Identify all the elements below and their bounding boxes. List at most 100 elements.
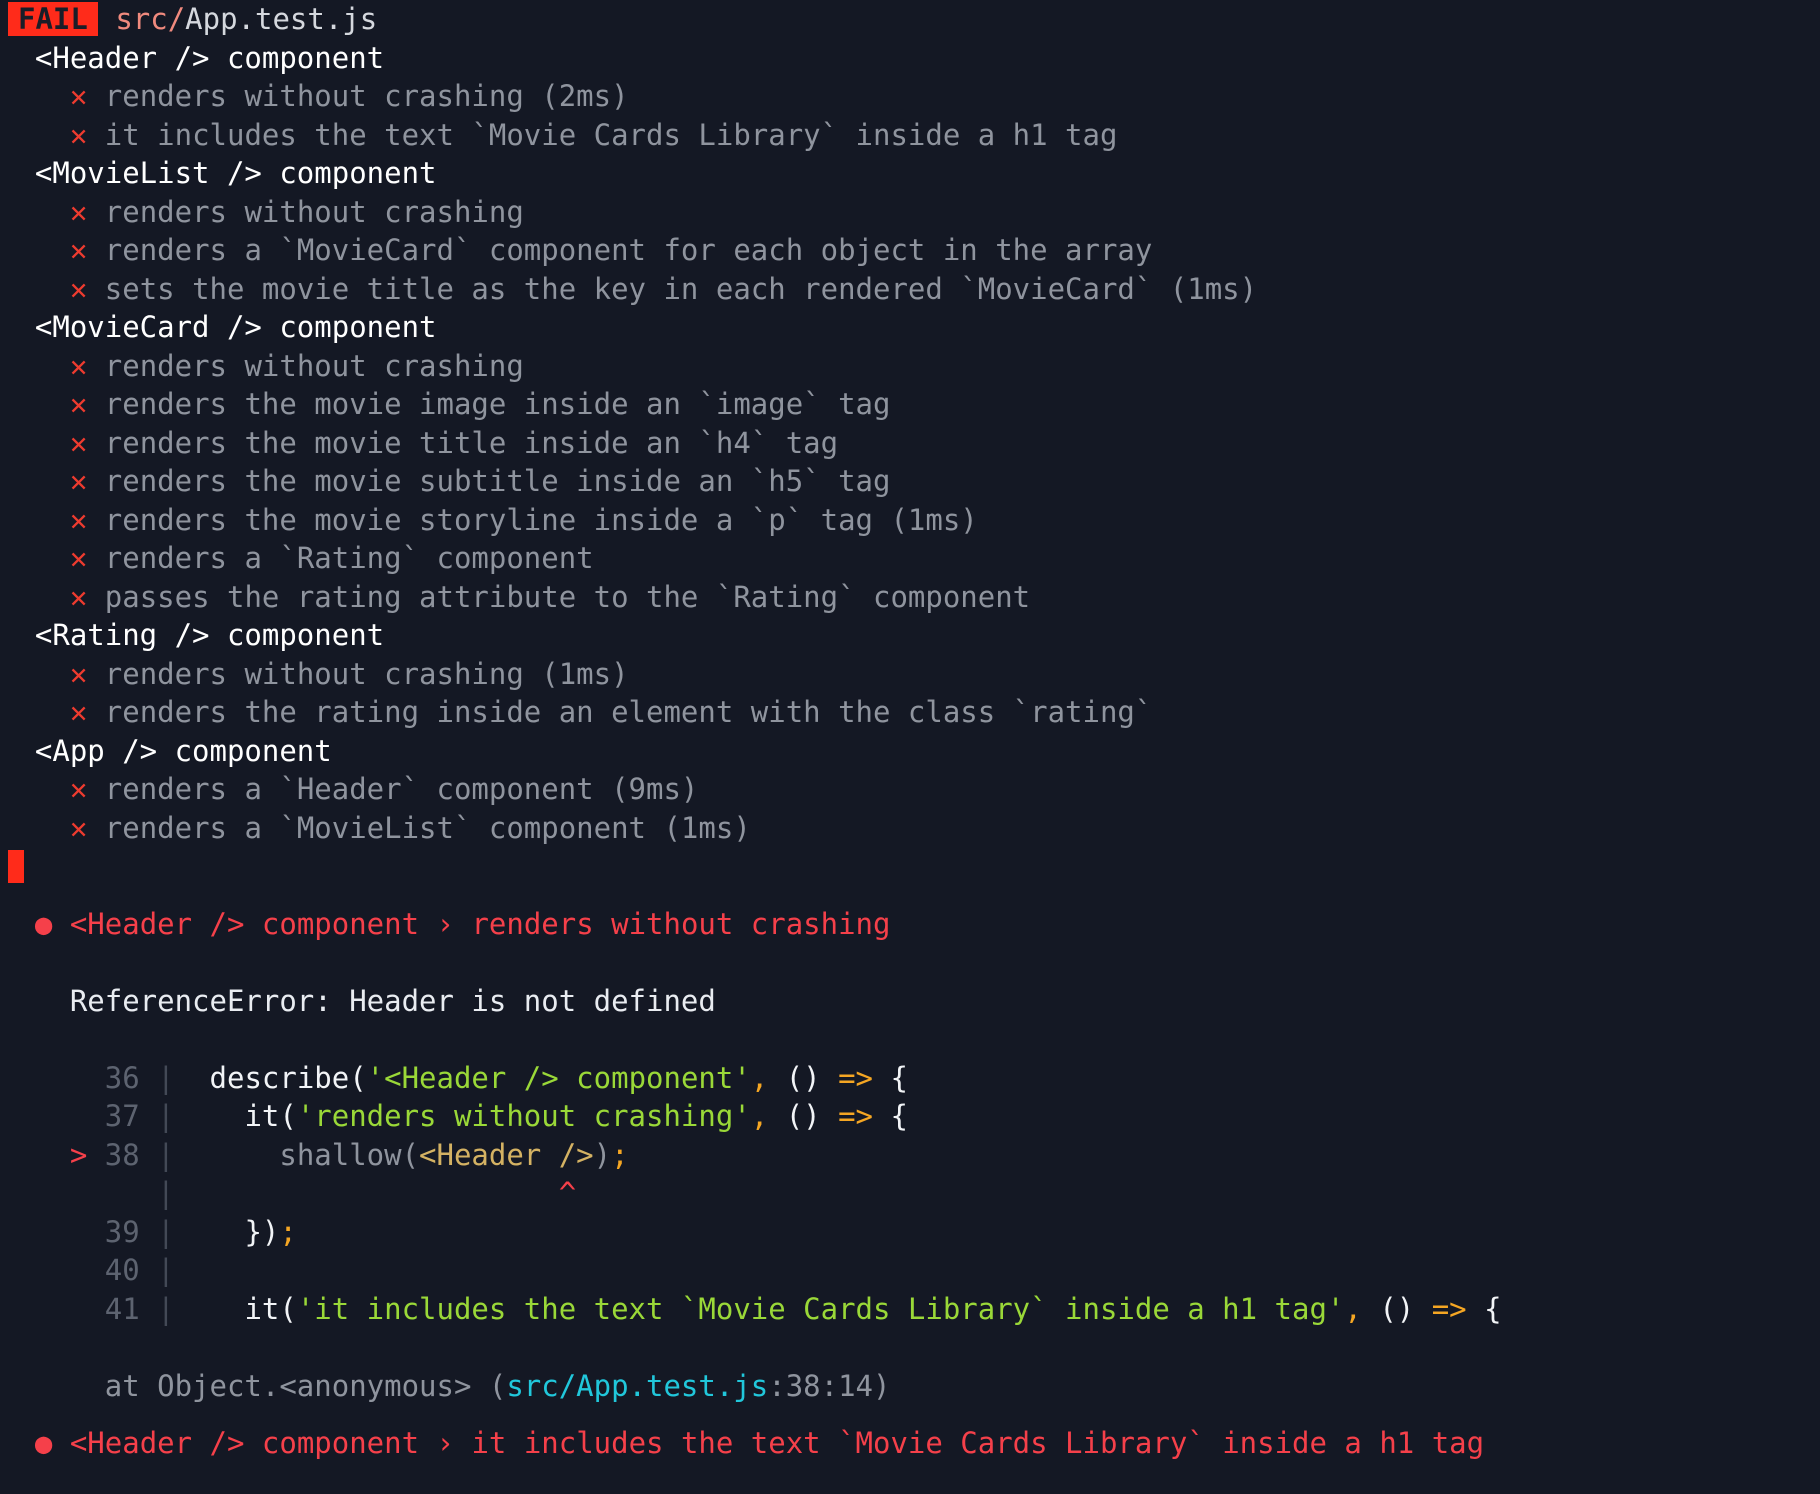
cross-icon: ✕	[69, 502, 88, 537]
cross-icon: ✕	[69, 233, 88, 267]
failure-title: ● <Header /> component › it includes the…	[0, 1424, 1820, 1463]
suite-header: <MovieList /> component	[0, 154, 1820, 193]
status-badge: FAIL	[8, 2, 98, 36]
cross-icon: ✕	[69, 810, 88, 845]
test-row: ✕ renders a `MovieList` component (1ms)	[0, 809, 1820, 848]
code-line-number: 40	[104, 1253, 140, 1287]
code-segment: 'it includes the text `Movie Cards Libra…	[296, 1291, 1345, 1326]
code-frame-line: 36 | describe('<Header /> component', ()…	[0, 1059, 1820, 1098]
failure-suite-name: <Header /> component	[52, 906, 420, 941]
failure-title: ● <Header /> component › renders without…	[0, 905, 1820, 944]
cross-icon: ✕	[69, 772, 88, 806]
suite-name: <Rating /> component	[0, 618, 385, 652]
test-row: ✕ renders the movie title inside an `h4`…	[0, 424, 1820, 463]
code-line-marker	[0, 1253, 105, 1287]
test-label: renders a `Header` component (9ms)	[87, 772, 699, 806]
cross-icon: ✕	[69, 425, 88, 460]
code-gutter-pipe: |	[139, 1060, 175, 1095]
suite-header: <Rating /> component	[0, 616, 1820, 655]
test-label: renders a `MovieList` component (1ms)	[87, 810, 751, 845]
test-row: ✕ renders a `Rating` component	[0, 539, 1820, 578]
code-segment: ,	[750, 1060, 769, 1095]
test-row: ✕ renders without crashing (1ms)	[0, 655, 1820, 694]
test-row: ✕ renders a `Header` component (9ms)	[0, 770, 1820, 809]
code-segment: describe(	[174, 1060, 367, 1095]
cross-icon: ✕	[69, 348, 88, 383]
code-line-marker	[0, 1061, 105, 1095]
file-path-dir: src/	[115, 2, 186, 36]
code-line-marker	[0, 1292, 105, 1326]
file-path-file: App.test.js	[185, 2, 378, 36]
test-row: ✕ renders the movie storyline inside a `…	[0, 501, 1820, 540]
failure-test-name: renders without crashing	[471, 906, 891, 941]
cursor-line	[0, 847, 1820, 886]
code-line-marker: >	[0, 1137, 105, 1172]
error-message-line: ReferenceError: Header is not defined	[0, 982, 1820, 1021]
test-label: renders a `MovieCard` component for each…	[87, 233, 1153, 267]
code-line-marker	[0, 1215, 105, 1249]
code-frame-line: 40 |	[0, 1251, 1820, 1290]
code-segment: =>	[1414, 1291, 1467, 1326]
code-segment: )	[593, 1137, 612, 1172]
error-caret-icon: ^	[174, 1176, 577, 1210]
code-segment: <Header />	[419, 1137, 594, 1172]
cross-icon: ✕	[69, 656, 88, 691]
test-label: renders the movie subtitle inside an `h5…	[87, 464, 891, 498]
code-segment: '<Header /> component'	[366, 1060, 751, 1095]
code-frame-line: > 38 | shallow(<Header />);	[0, 1136, 1820, 1175]
test-row: ✕ renders without crashing	[0, 347, 1820, 386]
test-row: ✕ renders the movie subtitle inside an `…	[0, 462, 1820, 501]
test-row: ✕ renders without crashing	[0, 193, 1820, 232]
stack-file-link[interactable]: src/App.test.js	[506, 1369, 768, 1403]
cross-icon: ✕	[69, 695, 88, 729]
code-line-number: 38	[104, 1137, 140, 1172]
code-frame-line: | ^	[0, 1174, 1820, 1213]
code-gutter-pipe: |	[139, 1291, 175, 1326]
test-label: renders the movie storyline inside a `p`…	[87, 502, 978, 537]
terminal-output: FAIL src/App.test.js <Header /> componen…	[0, 0, 1820, 1494]
code-line-marker	[0, 1099, 105, 1133]
code-line-number: 41	[104, 1291, 140, 1326]
code-segment: ;	[611, 1137, 629, 1172]
cross-icon: ✕	[69, 79, 88, 113]
stack-trace-line: at Object.<anonymous> (src/App.test.js:3…	[0, 1367, 1820, 1406]
cross-icon: ✕	[69, 194, 88, 229]
code-line-number: 37	[104, 1099, 140, 1133]
suite-name: <App /> component	[0, 733, 332, 768]
suite-name: <MovieCard /> component	[0, 310, 437, 344]
cross-icon: ✕	[69, 579, 88, 614]
suite-header: <App /> component	[0, 732, 1820, 771]
suite-header: <Header /> component	[0, 39, 1820, 78]
test-label: renders without crashing	[87, 194, 524, 229]
test-row: ✕ passes the rating attribute to the `Ra…	[0, 578, 1820, 617]
test-label: renders the movie title inside an `h4` t…	[87, 425, 839, 460]
test-row: ✕ renders without crashing (2ms)	[0, 77, 1820, 116]
code-gutter-pipe: |	[139, 1214, 175, 1249]
code-line-number	[105, 1176, 140, 1210]
code-segment: it(	[174, 1099, 297, 1133]
cross-icon: ✕	[69, 464, 88, 498]
cross-icon: ✕	[69, 117, 88, 152]
failure-separator: ›	[419, 1426, 472, 1460]
failure-suite-name: <Header /> component	[52, 1426, 420, 1460]
failure-separator: ›	[419, 906, 472, 941]
code-gutter-pipe: |	[139, 1253, 175, 1287]
code-segment: {	[1466, 1291, 1502, 1326]
code-segment: =>	[820, 1099, 874, 1133]
test-row: ✕ renders the rating inside an element w…	[0, 693, 1820, 732]
cross-icon: ✕	[69, 387, 88, 421]
test-label: it includes the text `Movie Cards Librar…	[87, 117, 1118, 152]
test-label: renders without crashing (1ms)	[87, 656, 629, 691]
code-segment: {	[873, 1060, 908, 1095]
code-segment: ()	[1361, 1291, 1415, 1326]
suite-list: <Header /> component ✕ renders without c…	[0, 39, 1820, 848]
code-segment: it(	[174, 1291, 297, 1326]
stack-prefix: at Object.<anonymous> (	[0, 1368, 507, 1403]
code-segment: =>	[820, 1060, 874, 1095]
code-line-marker	[0, 1176, 105, 1210]
test-label: renders without crashing	[87, 348, 524, 383]
bullet-icon: ●	[34, 1426, 53, 1460]
bullet-icon: ●	[34, 906, 53, 941]
cross-icon: ✕	[69, 541, 88, 575]
test-row: ✕ it includes the text `Movie Cards Libr…	[0, 116, 1820, 155]
